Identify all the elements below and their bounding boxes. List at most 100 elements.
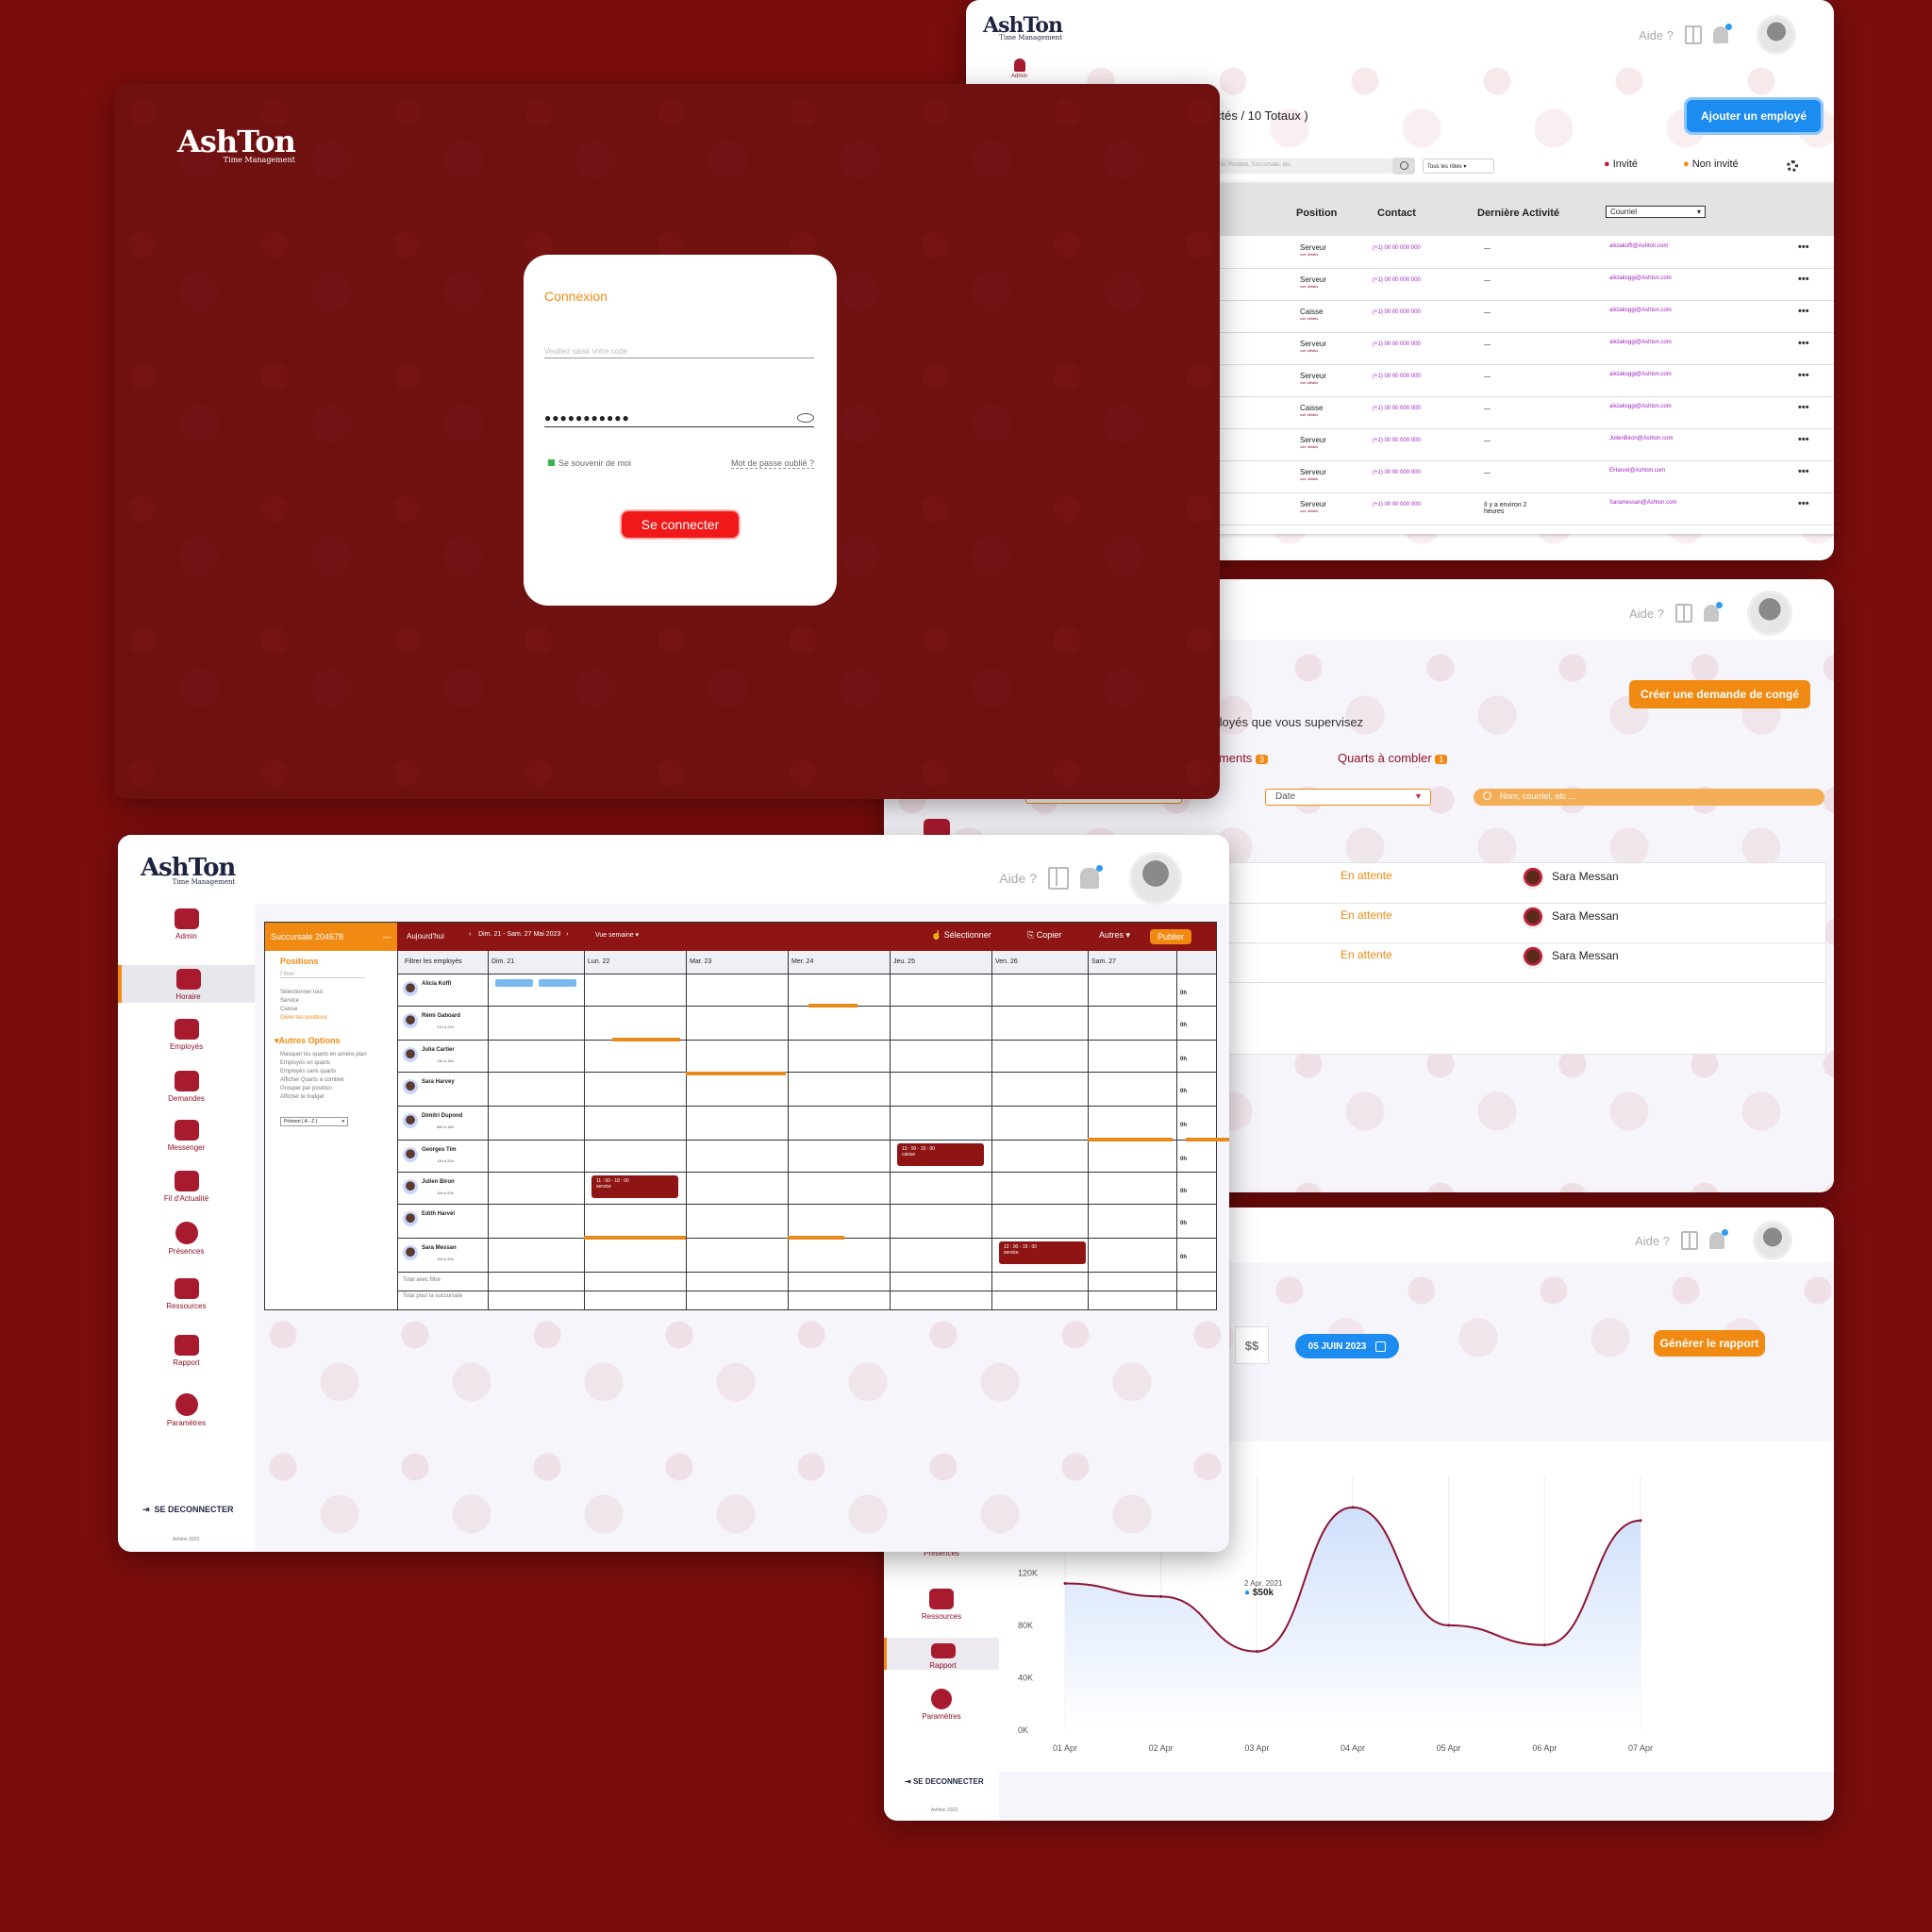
sidebar-item-clock[interactable]: Présences [118, 1222, 255, 1256]
row-email[interactable]: Saramessan@Ashton.com [1609, 500, 1676, 506]
publish-button[interactable]: Publier [1150, 929, 1191, 944]
day-header[interactable]: Dim. 21 [491, 958, 514, 965]
avatar[interactable] [1129, 852, 1182, 905]
bell-icon[interactable] [1704, 602, 1723, 622]
sidebar-item-admin[interactable]: Admin [118, 908, 255, 941]
roles-filter[interactable]: Tous les rôles ▾ [1423, 158, 1494, 174]
employee-row[interactable]: Julien Biron 10h à 20h [399, 1175, 486, 1204]
more-icon[interactable]: ••• [1798, 338, 1809, 349]
employee-row[interactable]: Julia Cartier 13h à 18h [399, 1043, 486, 1072]
open-shift-chip[interactable] [539, 979, 576, 987]
employee-row[interactable]: Sara Messan 10h à 20h [399, 1241, 486, 1270]
sidebar-item-calendar[interactable]: Horaire [118, 965, 255, 1003]
table-row[interactable]: Caisse voir détails (+1) 00 00 000 000 — ali… [1215, 396, 1834, 429]
details-link[interactable]: voir détails [1300, 284, 1326, 289]
position-option[interactable]: Caisse [280, 1007, 327, 1012]
row-email[interactable]: aliciakoggi@Ashton.com [1609, 340, 1672, 345]
login-button[interactable]: Se connecter [622, 511, 739, 538]
table-row[interactable]: Serveur voir détails (+1) 00 00 000 000 — al… [1215, 332, 1834, 365]
sidebar-item-employees[interactable]: Employés [118, 1019, 255, 1051]
search-button[interactable] [1392, 158, 1415, 175]
create-leave-request-button[interactable]: Créer une demande de congé [1629, 680, 1810, 708]
currency-button[interactable]: $$ [1235, 1326, 1269, 1364]
more-icon[interactable]: ••• [1798, 498, 1809, 509]
details-link[interactable]: voir détails [1300, 316, 1323, 321]
more-icon[interactable]: ••• [1798, 466, 1809, 477]
select-button[interactable]: ☝ Sélectionner [931, 930, 991, 941]
table-row[interactable]: Serveur voir détails (+1) 00 00 000 000 — al… [1215, 268, 1834, 301]
details-link[interactable]: voir détails [1300, 508, 1326, 513]
open-shift-chip[interactable] [495, 979, 533, 987]
sidebar-admin[interactable]: Admin [966, 53, 1073, 85]
help-link[interactable]: Aide ? [999, 871, 1037, 886]
other-options-title[interactable]: ▾Autres Options [275, 1036, 341, 1046]
day-header[interactable]: Mar. 23 [690, 958, 711, 965]
gift-icon[interactable] [1675, 604, 1692, 623]
other-option-checkbox[interactable]: Afficher Quarts à combler [280, 1077, 367, 1083]
employee-row[interactable]: Sara Harvey [399, 1075, 486, 1104]
branch-select[interactable]: Succursale 204678— [265, 923, 397, 951]
position-option[interactable]: Gérer les positions [280, 1015, 327, 1021]
request-row[interactable]: En attente Sara Messan [1229, 903, 1825, 943]
sidebar-item-resources[interactable]: Ressources [890, 1589, 993, 1621]
row-email[interactable]: JulienBiron@Ashton.com [1609, 436, 1673, 441]
other-option-checkbox[interactable]: Afficher le budget [280, 1094, 367, 1100]
other-option-checkbox[interactable]: Masquer les quarts en arrière-plan [280, 1052, 367, 1058]
table-row[interactable]: Serveur voir détails (+1) 00 00 000 000 Il … [1215, 492, 1834, 525]
email-column-select[interactable]: Courriel ▾ [1606, 206, 1706, 218]
row-email[interactable]: EHarvel@Ashton.com [1609, 468, 1665, 474]
today-button[interactable]: Aujourd'hui [407, 932, 444, 941]
day-header[interactable]: Mer. 24 [791, 958, 813, 965]
gift-icon[interactable] [1681, 1231, 1698, 1250]
more-icon[interactable]: ••• [1798, 434, 1809, 445]
password-input[interactable]: ●●●●●●●●●●● [544, 411, 814, 427]
settings-gear-icon[interactable] [1787, 160, 1798, 172]
details-link[interactable]: voir détails [1300, 412, 1323, 417]
sidebar-item-report[interactable]: Rapport [118, 1335, 255, 1367]
details-link[interactable]: voir détails [1300, 444, 1326, 449]
sidebar-item-newsfeed[interactable]: Fil d'Actualité [118, 1171, 255, 1203]
request-row[interactable]: En attente Sara Messan [1229, 942, 1825, 983]
details-link[interactable]: voir détails [1300, 476, 1326, 481]
sidebar-item-requests[interactable]: Demandes [118, 1071, 255, 1103]
table-row[interactable]: Caisse voir détails (+1) 00 00 000 000 — ali… [1215, 300, 1834, 333]
avatar[interactable] [1757, 15, 1796, 55]
row-email[interactable]: aliciakoggi@Ashton.com [1609, 404, 1672, 409]
copy-button[interactable]: ⎘ Copier [1027, 930, 1061, 941]
code-input[interactable]: Veuillez saisir votre code [544, 347, 814, 358]
employee-row[interactable]: Alicia Koffi [399, 977, 486, 1006]
day-header[interactable]: Sam. 27 [1091, 958, 1116, 965]
position-option[interactable]: Service [280, 998, 327, 1004]
row-email[interactable]: aliciakoggi@Ashton.com [1609, 372, 1672, 377]
details-link[interactable]: voir détails [1300, 380, 1326, 385]
more-icon[interactable]: ••• [1798, 306, 1809, 317]
request-row[interactable]: En attente Sara Messan [1229, 863, 1825, 904]
sidebar-item-resources[interactable]: Ressources [118, 1278, 255, 1310]
other-option-checkbox[interactable]: Grouper par position [280, 1086, 367, 1091]
logout-button[interactable]: ⇥ SE DECONNECTER [905, 1777, 984, 1786]
avatar[interactable] [1747, 591, 1792, 636]
employee-row[interactable]: Rémi Gaboard 17h à 22h [399, 1009, 486, 1038]
bell-icon[interactable] [1709, 1229, 1728, 1249]
shift-block[interactable]: 13 : 00 - 19 : 00 caisse [897, 1143, 984, 1166]
employee-row[interactable]: Georges Tim 13h à 22h [399, 1143, 486, 1172]
details-link[interactable]: voir détails [1300, 348, 1326, 353]
filter-employees[interactable]: Filtrer les employés [405, 958, 462, 965]
employee-row[interactable]: Dimitri Dupond 06h à 18h [399, 1109, 486, 1138]
add-employee-button[interactable]: Ajouter un employé [1687, 100, 1821, 132]
gift-icon[interactable] [1685, 25, 1702, 44]
position-filter-input[interactable]: Filtrer [280, 972, 365, 978]
shift-block[interactable]: 12 : 00 - 19 : 00 service [999, 1241, 1086, 1264]
day-header[interactable]: Jeu. 25 [893, 958, 915, 965]
week-range[interactable]: ‹ Dim. 21 - Sam. 27 Mai 2023 › [469, 931, 568, 938]
employee-row[interactable]: Edith Harvel [399, 1208, 486, 1236]
logout-button[interactable]: ⇥ SE DECONNECTER [142, 1505, 234, 1515]
shift-block[interactable]: 11 : 00 - 18 : 00 service [591, 1175, 678, 1198]
row-email[interactable]: aliciakoggi@Ashton.com [1609, 308, 1672, 313]
avatar[interactable] [1753, 1221, 1792, 1260]
table-row[interactable]: Serveur voir détails (+1) 00 00 000 000 — al… [1215, 364, 1834, 397]
more-icon[interactable]: ••• [1798, 370, 1809, 381]
table-row[interactable]: Serveur voir détails (+1) 00 00 000 000 — al… [1215, 236, 1834, 269]
more-icon[interactable]: ••• [1798, 274, 1809, 285]
date-picker[interactable]: 05 JUIN 2023 [1295, 1334, 1399, 1358]
